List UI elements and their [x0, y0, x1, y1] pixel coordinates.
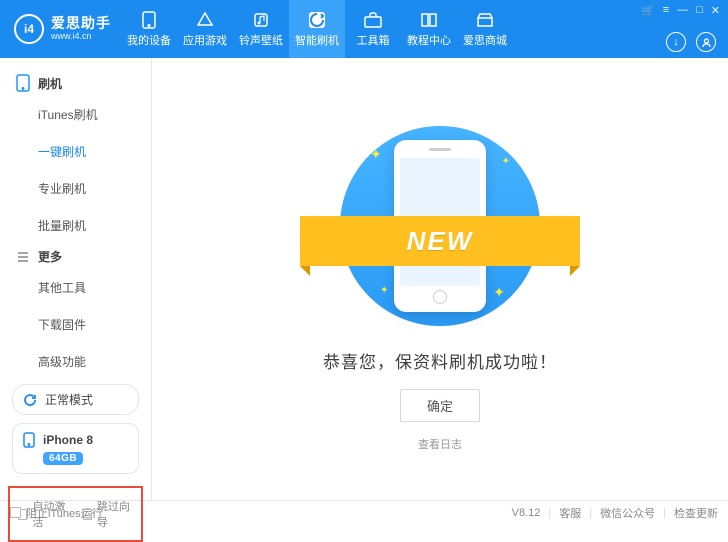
- device-box[interactable]: iPhone 8 64GB: [12, 423, 139, 474]
- sidebar-item-download-firmware[interactable]: 下载固件: [0, 306, 151, 343]
- nav-flash[interactable]: 智能刷机: [289, 0, 345, 58]
- sidebar-item-batch-flash[interactable]: 批量刷机: [0, 207, 151, 244]
- menu-icon[interactable]: ≡: [663, 4, 669, 17]
- top-nav: 我的设备 应用游戏 铃声壁纸 智能刷机 工具箱 教程中心 爱思商城: [121, 0, 728, 58]
- sidebar-item-advanced[interactable]: 高级功能: [0, 343, 151, 380]
- main-content: ✦ ✦ ✦ ✦ NEW 恭喜您，保资料刷机成功啦！ 确定 查看日志: [152, 58, 728, 500]
- brand-url: www.i4.cn: [51, 32, 111, 42]
- support-link[interactable]: 客服: [559, 505, 581, 521]
- nav-toolbox[interactable]: 工具箱: [345, 0, 401, 58]
- brand: i4 爱思助手 www.i4.cn: [0, 0, 121, 58]
- check-update-link[interactable]: 检查更新: [674, 505, 718, 521]
- sidebar-item-pro-flash[interactable]: 专业刷机: [0, 170, 151, 207]
- close-button[interactable]: ✕: [711, 4, 720, 17]
- mode-box[interactable]: 正常模式: [12, 384, 139, 415]
- nav-apps[interactable]: 应用游戏: [177, 0, 233, 58]
- nav-ringtone[interactable]: 铃声壁纸: [233, 0, 289, 58]
- brand-logo-icon: i4: [14, 14, 44, 44]
- sidebar-section-more: 更多: [0, 244, 151, 269]
- device-name: iPhone 8: [43, 433, 93, 447]
- phone-icon: [16, 74, 30, 92]
- sidebar-section-flash: 刷机: [0, 70, 151, 96]
- music-icon: [251, 11, 271, 29]
- nav-my-device[interactable]: 我的设备: [121, 0, 177, 58]
- book-icon: [419, 11, 439, 29]
- list-icon: [16, 250, 30, 264]
- sidebar-item-itunes-flash[interactable]: iTunes刷机: [0, 96, 151, 133]
- device-storage-badge: 64GB: [43, 452, 83, 465]
- nav-store[interactable]: 爱思商城: [457, 0, 513, 58]
- minimize-button[interactable]: —: [677, 4, 688, 17]
- brand-text: 爱思助手 www.i4.cn: [51, 16, 111, 41]
- success-illustration: ✦ ✦ ✦ ✦ NEW: [340, 126, 540, 326]
- sidebar-item-other-tools[interactable]: 其他工具: [0, 269, 151, 306]
- window-controls: 🛒 ≡ — □ ✕: [641, 4, 720, 17]
- success-message: 恭喜您，保资料刷机成功啦！: [323, 348, 557, 373]
- flash-icon: [307, 11, 327, 29]
- view-log-link[interactable]: 查看日志: [418, 436, 462, 452]
- download-icon[interactable]: ↓: [666, 32, 686, 52]
- sidebar-item-oneclick-flash[interactable]: 一键刷机: [0, 133, 151, 170]
- store-icon: [475, 11, 495, 29]
- refresh-icon: [23, 393, 37, 407]
- sidebar: 刷机 iTunes刷机 一键刷机 专业刷机 批量刷机 更多 其他工具 下载固件 …: [0, 58, 152, 500]
- phone-icon: [139, 11, 159, 29]
- nav-tutorial[interactable]: 教程中心: [401, 0, 457, 58]
- new-ribbon: NEW: [300, 216, 580, 266]
- version-label: V8.12: [512, 507, 541, 519]
- brand-name: 爱思助手: [51, 16, 111, 31]
- maximize-button[interactable]: □: [696, 4, 703, 17]
- wechat-link[interactable]: 微信公众号: [600, 505, 655, 521]
- checkbox-prevent-itunes[interactable]: 阻止iTunes运行: [10, 505, 103, 521]
- cart-icon[interactable]: 🛒: [641, 4, 655, 17]
- ok-button[interactable]: 确定: [400, 389, 480, 422]
- phone-icon: [23, 432, 35, 448]
- toolbox-icon: [363, 11, 383, 29]
- app-header: i4 爱思助手 www.i4.cn 我的设备 应用游戏 铃声壁纸 智能刷机 工具…: [0, 0, 728, 58]
- apps-icon: [195, 11, 215, 29]
- user-controls: ↓: [666, 32, 716, 52]
- user-icon[interactable]: [696, 32, 716, 52]
- app-body: 刷机 iTunes刷机 一键刷机 专业刷机 批量刷机 更多 其他工具 下载固件 …: [0, 58, 728, 500]
